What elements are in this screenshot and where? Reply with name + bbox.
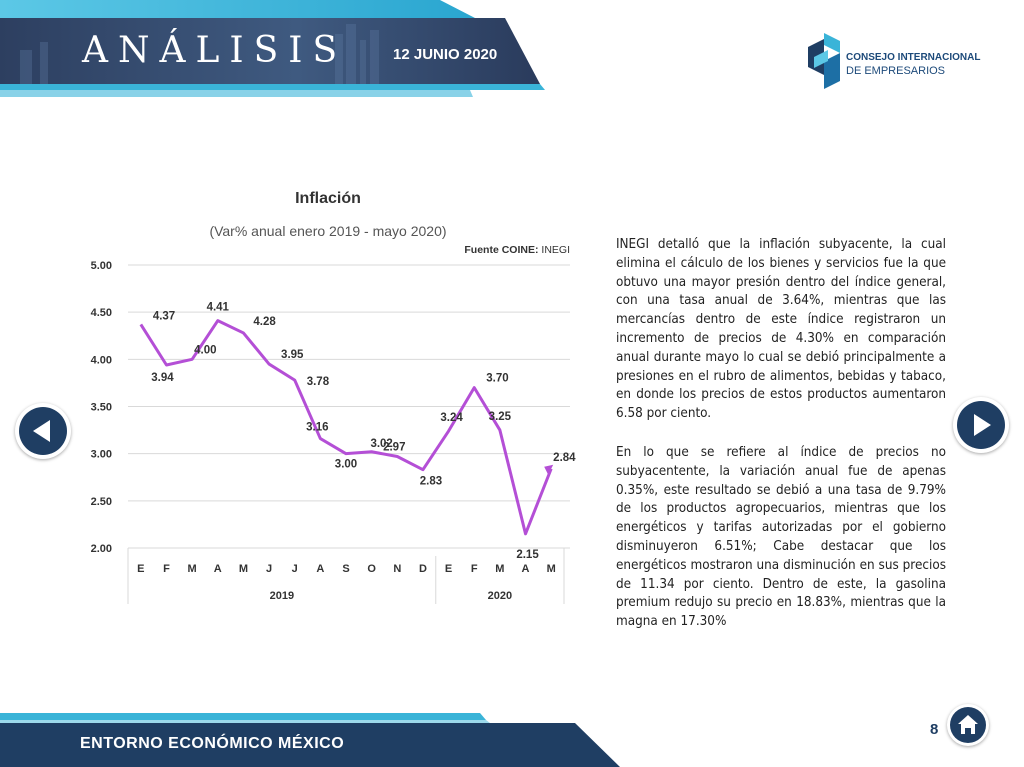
x-tick-label: J (292, 563, 298, 575)
article-text: INEGI detalló que la inflación subyacent… (616, 236, 946, 652)
arrow-right-icon (974, 414, 991, 436)
home-icon (958, 715, 978, 734)
logo-line-2: DE EMPRESARIOS (846, 65, 946, 77)
y-tick-label: 3.00 (91, 449, 112, 461)
data-label: 4.00 (194, 344, 216, 356)
x-tick-label: J (266, 563, 272, 575)
x-tick-label: N (393, 563, 401, 575)
data-label: 3.78 (307, 376, 330, 388)
data-label: 3.95 (281, 349, 304, 361)
inflation-chart: Inflación (Var% anual enero 2019 - mayo … (91, 190, 576, 604)
footer-label: ENTORNO ECONÓMICO MÉXICO (80, 735, 345, 752)
x-tick-label: D (419, 563, 427, 575)
x-tick-label: O (367, 563, 376, 575)
logo-line-1: CONSEJO INTERNACIONAL (846, 52, 981, 63)
y-tick-label: 2.50 (91, 496, 112, 508)
article-paragraph-2: En lo que se refiere al índice de precio… (616, 444, 946, 630)
y-tick-label: 5.00 (91, 260, 112, 272)
data-label: 3.00 (335, 459, 357, 471)
data-label: 4.37 (153, 310, 175, 322)
page-number: 8 (930, 721, 939, 738)
data-label: 3.94 (151, 372, 174, 384)
x-tick-label: F (471, 563, 478, 575)
x-tick-label: E (445, 563, 452, 575)
data-label: 2.84 (553, 452, 576, 464)
data-label: 4.41 (207, 302, 230, 314)
coine-logo[interactable]: CONSEJO INTERNACIONAL DE EMPRESARIOS (806, 31, 980, 91)
chart-title: Inflación (295, 190, 361, 207)
year-label: 2020 (488, 590, 512, 602)
data-label: 4.28 (253, 316, 276, 328)
logo-mark-icon (808, 33, 840, 89)
year-label: 2019 (270, 590, 294, 602)
chart-source-value: INEGI (541, 244, 570, 256)
data-label: 2.83 (420, 476, 442, 488)
x-tick-label: E (137, 563, 144, 575)
y-tick-label: 4.00 (91, 354, 112, 366)
y-tick-label: 3.50 (91, 402, 112, 414)
x-tick-label: M (188, 563, 197, 575)
next-page-button[interactable] (953, 397, 1009, 453)
arrow-left-icon (33, 420, 50, 442)
data-label: 3.70 (486, 373, 508, 385)
chart-source-label: Fuente COINE: (464, 244, 538, 256)
home-button[interactable] (947, 704, 989, 746)
chart-subtitle: (Var% anual enero 2019 - mayo 2020) (209, 223, 446, 239)
x-tick-label: A (316, 563, 324, 575)
data-label: 3.24 (440, 412, 463, 424)
x-tick-label: F (163, 563, 170, 575)
data-label: 3.25 (489, 411, 512, 423)
header-date: 12 JUNIO 2020 (393, 46, 498, 63)
y-tick-label: 2.00 (91, 543, 112, 555)
x-tick-label: S (342, 563, 349, 575)
data-label: 2.97 (383, 441, 405, 453)
x-tick-label: M (547, 563, 556, 575)
previous-page-button[interactable] (15, 403, 71, 459)
article-paragraph-1: INEGI detalló que la inflación subyacent… (616, 237, 946, 422)
x-tick-label: M (495, 563, 504, 575)
data-label: 3.16 (306, 422, 328, 434)
header-title: ANÁLISIS (82, 30, 348, 71)
x-tick-label: A (214, 563, 222, 575)
y-tick-label: 4.50 (91, 307, 112, 319)
x-tick-label: M (239, 563, 248, 575)
data-label: 2.15 (516, 549, 539, 561)
chart-source: Fuente COINE: INEGI (464, 244, 570, 256)
x-tick-label: A (522, 563, 530, 575)
